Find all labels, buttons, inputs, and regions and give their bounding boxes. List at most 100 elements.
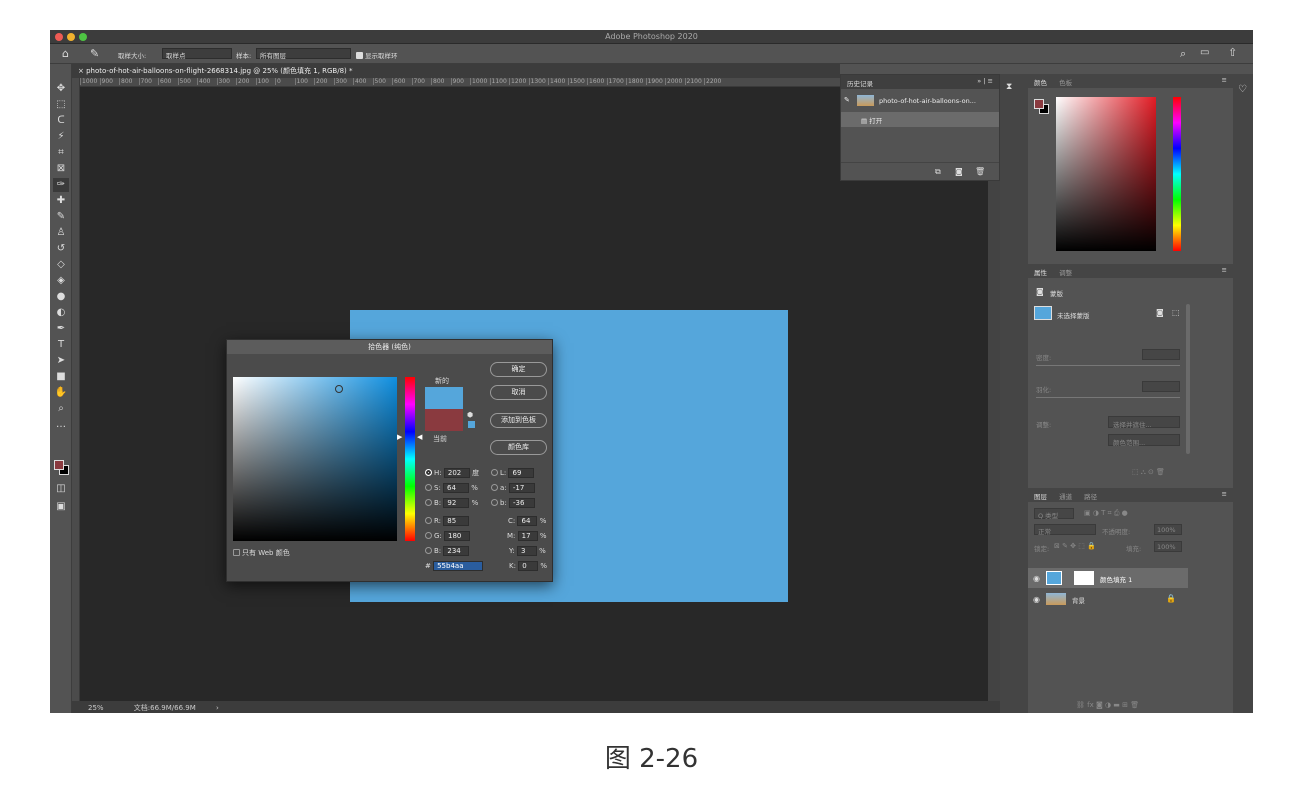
- color-range-button[interactable]: 颜色范围...: [1108, 434, 1180, 447]
- screen-mode-icon[interactable]: ▣: [53, 500, 69, 514]
- visibility-eye-icon[interactable]: ◉: [1033, 595, 1040, 604]
- color-field[interactable]: [1056, 97, 1156, 251]
- history-tab[interactable]: 历史记录: [847, 80, 873, 88]
- cyan-field[interactable]: C: 64 %: [508, 516, 546, 526]
- brightness-field[interactable]: B: 92 %: [425, 498, 478, 508]
- layer-footer-icons[interactable]: ⛓ fx ◙ ◑ ▬ ⊞ 🗑: [1076, 701, 1139, 709]
- checkbox-icon[interactable]: [233, 549, 240, 556]
- radio-icon[interactable]: [425, 532, 432, 539]
- crop-tool-icon[interactable]: ⌗: [53, 146, 69, 160]
- density-slider[interactable]: [1036, 365, 1180, 366]
- frame-tool-icon[interactable]: ⊠: [53, 162, 69, 176]
- workspace-icon[interactable]: ▭: [1200, 47, 1209, 58]
- magenta-field[interactable]: M: 17 %: [507, 531, 547, 541]
- layers-tab[interactable]: 图层: [1034, 493, 1047, 501]
- type-tool-icon[interactable]: T: [53, 338, 69, 352]
- pixel-mask-icon[interactable]: ◙: [1156, 308, 1164, 317]
- blue-field[interactable]: B: 234: [425, 546, 470, 556]
- feather-input[interactable]: [1142, 381, 1180, 392]
- hand-tool-icon[interactable]: ✋: [53, 386, 69, 400]
- dodge-tool-icon[interactable]: ◐: [53, 306, 69, 320]
- marquee-tool-icon[interactable]: ⬚: [53, 98, 69, 112]
- search-icon[interactable]: ⌕: [1180, 47, 1186, 61]
- panel-menu-icon[interactable]: ≡: [1222, 266, 1227, 274]
- radio-icon[interactable]: [425, 499, 432, 506]
- magenta-input[interactable]: 17: [517, 531, 538, 541]
- camera-icon[interactable]: ◙: [955, 167, 963, 176]
- lab-l-input[interactable]: 69: [508, 468, 535, 478]
- sample-dropdown[interactable]: 所有图层: [256, 48, 351, 60]
- paths-tab[interactable]: 路径: [1084, 493, 1097, 501]
- mask-footer-icons[interactable]: ⬚ ⛬ ⊙ 🗑: [1132, 468, 1165, 477]
- panel-foreground-swatch[interactable]: [1034, 99, 1044, 109]
- color-tab[interactable]: 颜色: [1034, 79, 1047, 87]
- brush-source-icon[interactable]: ✎: [844, 96, 850, 104]
- foreground-swatch[interactable]: [54, 460, 64, 470]
- swatches-tab[interactable]: 色板: [1059, 79, 1072, 87]
- history-panel-icon[interactable]: ⧗: [1006, 82, 1012, 92]
- sample-size-dropdown[interactable]: 取样点: [162, 48, 232, 60]
- brightness-input[interactable]: 92: [443, 498, 470, 508]
- move-tool-icon[interactable]: ✥: [53, 82, 69, 96]
- zoom-level[interactable]: 25%: [88, 704, 104, 712]
- radio-icon[interactable]: [491, 469, 498, 476]
- status-arrow-icon[interactable]: ›: [216, 704, 219, 712]
- visibility-eye-icon[interactable]: ◉: [1033, 574, 1040, 583]
- lab-a-input[interactable]: -17: [508, 483, 535, 493]
- web-safe-cube-icon[interactable]: ⬢: [467, 411, 473, 419]
- blend-mode-dropdown[interactable]: 正常: [1034, 524, 1096, 536]
- hue-input[interactable]: 202: [443, 468, 470, 478]
- eyedropper-icon[interactable]: ✑: [53, 178, 69, 192]
- hex-field[interactable]: # 55b4aa: [425, 561, 484, 571]
- learn-lightbulb-icon[interactable]: ♡: [1238, 84, 1247, 95]
- document-tab[interactable]: × photo-of-hot-air-balloons-on-flight-26…: [72, 64, 840, 78]
- density-input[interactable]: [1142, 349, 1180, 360]
- opacity-input[interactable]: 100%: [1154, 524, 1182, 535]
- vector-mask-icon[interactable]: ⬚: [1172, 308, 1180, 317]
- more-tools-icon[interactable]: …: [53, 418, 69, 432]
- saturation-brightness-field[interactable]: [233, 377, 397, 541]
- show-ring-checkbox[interactable]: 显示取样环: [356, 50, 398, 60]
- paint-bucket-icon[interactable]: ◈: [53, 274, 69, 288]
- history-brush-icon[interactable]: ↺: [53, 242, 69, 256]
- layer-filter-icons[interactable]: ▣ ◑ T ⌗ ⎙ ●: [1084, 509, 1128, 518]
- path-select-icon[interactable]: ➤: [53, 354, 69, 368]
- black-input[interactable]: 0: [518, 561, 539, 571]
- layer-row[interactable]: ◉ 颜色填充 1: [1028, 568, 1188, 588]
- properties-tab[interactable]: 属性: [1034, 269, 1047, 277]
- hue-slider[interactable]: [1173, 97, 1181, 251]
- hue-field[interactable]: H: 202 度: [425, 468, 479, 478]
- saturation-field[interactable]: S: 64 %: [425, 483, 478, 493]
- panel-menu-icon[interactable]: ≡: [1222, 76, 1227, 84]
- zoom-tool-icon[interactable]: ⌕: [53, 402, 69, 416]
- layer-row[interactable]: ◉ 背景 🔒: [1028, 589, 1188, 609]
- red-input[interactable]: 85: [443, 516, 470, 526]
- green-field[interactable]: G: 180: [425, 531, 471, 541]
- rectangle-tool-icon[interactable]: ■: [53, 370, 69, 384]
- color-cursor[interactable]: [335, 385, 343, 393]
- radio-icon[interactable]: [425, 517, 432, 524]
- hue-slider-left-arrow[interactable]: ▶: [397, 433, 402, 441]
- eyedropper-tool-icon[interactable]: ✎: [90, 47, 99, 60]
- quick-mask-icon[interactable]: ◫: [53, 482, 69, 496]
- radio-icon[interactable]: [425, 547, 432, 554]
- add-to-swatches-button[interactable]: 添加到色板: [490, 413, 547, 428]
- channels-tab[interactable]: 通道: [1059, 493, 1072, 501]
- web-safe-color-swatch[interactable]: [468, 421, 475, 428]
- radio-icon[interactable]: [425, 484, 432, 491]
- red-field[interactable]: R: 85: [425, 516, 470, 526]
- select-and-mask-button[interactable]: 选择并遮住...: [1108, 416, 1180, 429]
- properties-scrollbar[interactable]: [1186, 304, 1190, 454]
- healing-brush-icon[interactable]: ✚: [53, 194, 69, 208]
- color-libraries-button[interactable]: 颜色库: [490, 440, 547, 455]
- mask-thumbnail[interactable]: [1034, 306, 1052, 320]
- yellow-input[interactable]: 3: [516, 546, 537, 556]
- cancel-button[interactable]: 取消: [490, 385, 547, 400]
- adjustments-tab[interactable]: 调整: [1059, 269, 1072, 277]
- cyan-input[interactable]: 64: [517, 516, 538, 526]
- web-only-checkbox[interactable]: 只有 Web 颜色: [233, 548, 290, 558]
- layer-kind-filter[interactable]: Q 类型: [1034, 508, 1074, 520]
- new-document-from-state-icon[interactable]: ⧉: [935, 167, 941, 177]
- radio-icon[interactable]: [491, 499, 498, 506]
- green-input[interactable]: 180: [444, 531, 471, 541]
